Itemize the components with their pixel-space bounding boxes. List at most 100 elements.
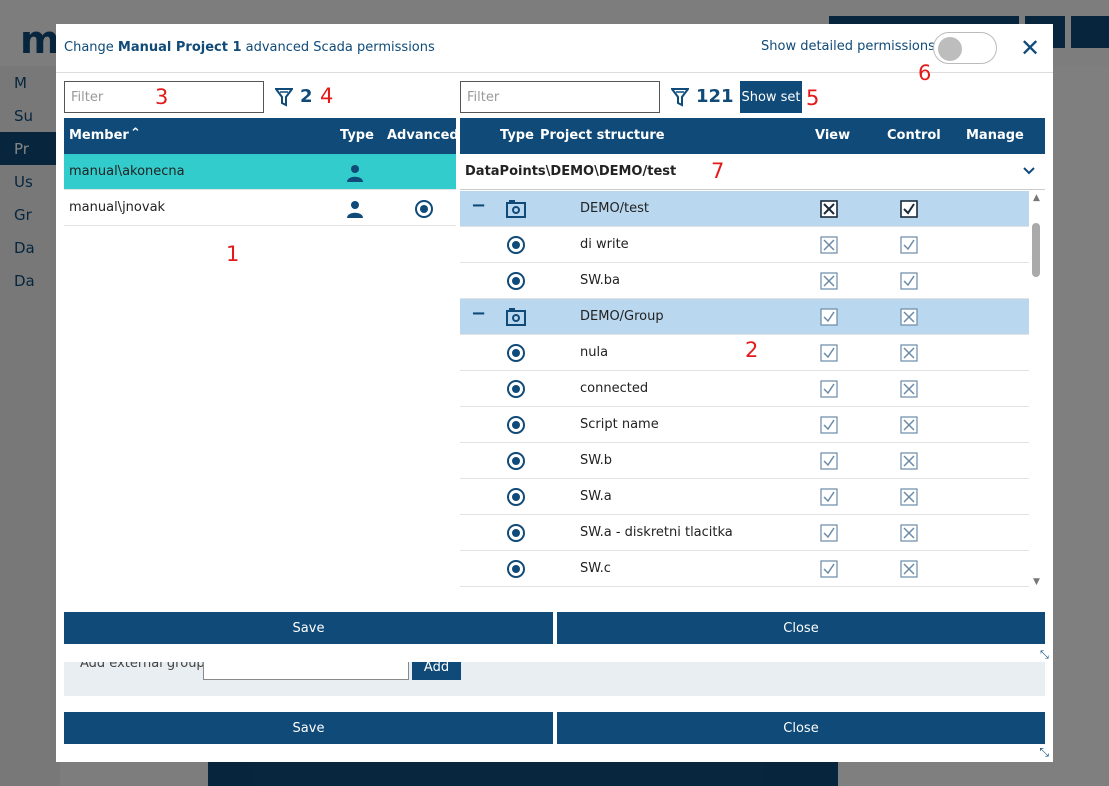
structure-filter-input[interactable] (460, 81, 660, 113)
advanced-indicator-icon (415, 200, 433, 218)
user-icon (347, 201, 363, 218)
member-row[interactable]: manual\jnovak (64, 190, 456, 226)
column-advanced[interactable]: Advanced (387, 128, 459, 143)
denied-box-icon[interactable] (900, 380, 918, 398)
structure-name: nula (580, 345, 609, 360)
close-icon[interactable]: ✕ (1018, 34, 1042, 62)
structure-name: connected (580, 381, 649, 396)
chevron-down-icon[interactable] (1022, 166, 1036, 176)
denied-box-icon[interactable] (900, 416, 918, 434)
funnel-icon[interactable] (275, 87, 293, 107)
column-member[interactable]: Member (69, 128, 129, 143)
structure-item-row[interactable]: Script name (460, 407, 1029, 443)
checked-box-icon[interactable] (820, 488, 838, 506)
structure-item-row[interactable]: SW.b (460, 443, 1029, 479)
annotation-label: 1 (226, 242, 240, 266)
member-row[interactable]: manual\akonecna (64, 154, 456, 190)
annotation-label: 6 (918, 61, 932, 85)
denied-box-icon[interactable] (900, 452, 918, 470)
column-type[interactable]: Type (340, 128, 374, 143)
funnel-icon[interactable] (671, 87, 689, 107)
radio-icon (507, 524, 525, 542)
structure-item-row[interactable]: di write (460, 227, 1029, 263)
checked-box-icon[interactable] (820, 416, 838, 434)
checked-box-icon[interactable] (820, 452, 838, 470)
checked-box-icon[interactable] (900, 200, 918, 218)
show-detailed-label: Show detailed permissions (761, 39, 935, 54)
resize-icon[interactable]: ⤡ (1039, 745, 1049, 760)
structure-group-row[interactable]: − DEMO/Group (460, 299, 1029, 335)
structure-item-row[interactable]: SW.a - diskretni tlacitka (460, 515, 1029, 551)
structure-name: DEMO/test (580, 201, 650, 216)
members-table-header: Member ⌃ Type Advanced (64, 118, 459, 154)
checked-box-icon[interactable] (900, 272, 918, 290)
denied-box-icon[interactable] (900, 560, 918, 578)
column-view[interactable]: View (815, 128, 850, 143)
radio-icon (507, 452, 525, 470)
toggle-knob (938, 37, 962, 61)
column-type[interactable]: Type (500, 128, 534, 143)
structure-item-row[interactable]: SW.a (460, 479, 1029, 515)
structure-item-row[interactable]: connected (460, 371, 1029, 407)
user-icon (347, 165, 363, 182)
structure-item-row[interactable]: SW.ba (460, 263, 1029, 299)
outer-save-button[interactable]: Save (64, 712, 553, 744)
camera-icon (506, 200, 526, 218)
structure-name: di write (580, 237, 629, 252)
checked-box-icon[interactable] (820, 308, 838, 326)
structure-name: SW.c (580, 561, 611, 576)
collapse-icon[interactable]: − (471, 303, 486, 324)
structure-group-row[interactable]: − DEMO/test (460, 191, 1029, 227)
save-button[interactable]: Save (64, 612, 553, 644)
annotation-label: 2 (745, 338, 759, 362)
structure-item-row[interactable]: SW.c (460, 551, 1029, 587)
radio-icon (507, 380, 525, 398)
annotation-label: 4 (320, 84, 334, 108)
show-set-button[interactable]: Show set (740, 81, 802, 113)
radio-icon (507, 236, 525, 254)
checked-box-icon[interactable] (820, 380, 838, 398)
denied-box-icon[interactable] (900, 524, 918, 542)
denied-box-icon[interactable] (820, 200, 838, 218)
radio-icon (507, 560, 525, 578)
permissions-dialog: Change Manual Project 1 advanced Scada p… (56, 24, 1053, 662)
denied-box-icon[interactable] (820, 236, 838, 254)
denied-box-icon[interactable] (820, 272, 838, 290)
sort-asc-icon[interactable]: ⌃ (130, 126, 141, 141)
checked-box-icon[interactable] (820, 524, 838, 542)
checked-box-icon[interactable] (820, 560, 838, 578)
structure-name: DEMO/Group (580, 309, 664, 324)
checked-box-icon[interactable] (900, 236, 918, 254)
title-prefix: Change (64, 40, 118, 55)
collapse-icon[interactable]: − (471, 195, 486, 216)
column-project-structure[interactable]: Project structure (540, 128, 665, 143)
structure-name: Script name (580, 417, 659, 432)
outer-close-button[interactable]: Close (557, 712, 1045, 744)
checked-box-icon[interactable] (820, 344, 838, 362)
column-control[interactable]: Control (887, 128, 941, 143)
denied-box-icon[interactable] (900, 344, 918, 362)
annotation-label: 5 (806, 86, 820, 110)
structure-table-body: − DEMO/test di write SW.ba − DEMO/Group nula co… (460, 191, 1045, 591)
path-selector[interactable]: DataPoints\DEMO\DEMO/test (460, 154, 1045, 190)
scroll-down-icon[interactable]: ▼ (1033, 577, 1040, 587)
scroll-up-icon[interactable]: ▲ (1033, 193, 1040, 203)
structure-item-row[interactable] (460, 587, 1029, 591)
structure-name: SW.a (580, 489, 612, 504)
current-path: DataPoints\DEMO\DEMO/test (465, 164, 677, 179)
close-button[interactable]: Close (557, 612, 1045, 644)
member-name: manual\akonecna (69, 164, 185, 179)
denied-box-icon[interactable] (900, 488, 918, 506)
scrollbar[interactable]: ▲ ▼ (1029, 191, 1045, 591)
structure-count: 121 (696, 86, 734, 107)
project-name: Manual Project 1 (117, 40, 242, 55)
resize-icon[interactable]: ⤡ (1040, 648, 1052, 661)
radio-icon (507, 344, 525, 362)
annotation-label: 7 (711, 159, 725, 183)
show-detailed-toggle[interactable] (933, 32, 997, 64)
structure-table-header: Type Project structure View Control Mana… (460, 118, 1045, 154)
denied-box-icon[interactable] (900, 308, 918, 326)
column-manage[interactable]: Manage (966, 128, 1024, 143)
scroll-thumb[interactable] (1032, 223, 1040, 277)
structure-name: SW.a - diskretni tlacitka (580, 525, 733, 540)
